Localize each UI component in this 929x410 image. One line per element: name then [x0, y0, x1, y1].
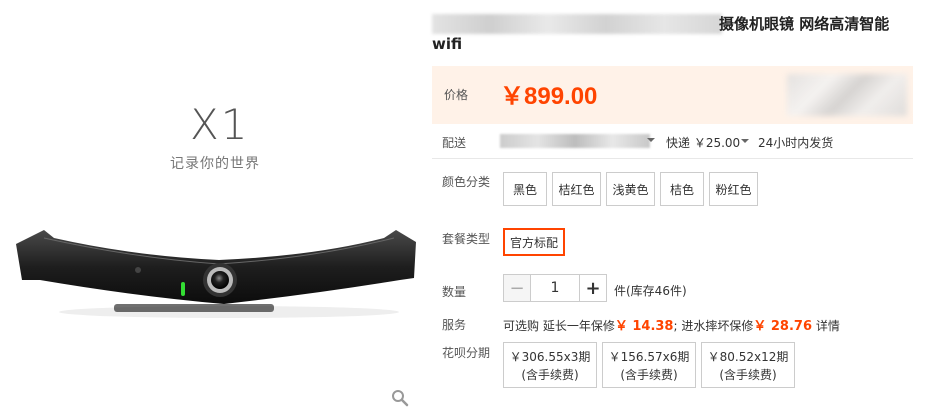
product-title-line2: wifi [432, 35, 463, 53]
package-label: 套餐类型 [442, 232, 491, 246]
divider [432, 158, 913, 159]
installment-fee: (含手续费) [521, 368, 579, 382]
shipping-origin-blurred [500, 134, 650, 148]
color-label: 颜色分类 [442, 175, 491, 189]
warranty-price[interactable]: ￥ 14.38 [615, 319, 674, 334]
stock-info: 件(库存46件) [614, 284, 687, 298]
brand-logo: X1 [190, 100, 250, 149]
installment-label: 花呗分期 [442, 346, 491, 360]
quantity-label: 数量 [442, 285, 467, 299]
color-option-orange-red[interactable]: 桔红色 [552, 172, 601, 206]
shipping-time: 24小时内发货 [758, 136, 834, 150]
shipping-fee[interactable]: 快递 ￥25.00 [666, 134, 740, 151]
shipping-label: 配送 [442, 136, 467, 150]
price-label: 价格 [444, 88, 469, 102]
color-option-orange[interactable]: 桔色 [660, 172, 704, 206]
installment-amount: ￥306.55x3期 [509, 350, 591, 364]
product-title: 摄像机眼镜 网络高清智能 [719, 15, 890, 33]
price-box: 价格 ￥899.00 [432, 66, 913, 124]
product-detail-panel: 摄像机眼镜 网络高清智能 wifi 价格 ￥899.00 配送 快递 ￥25.0… [432, 0, 929, 410]
service-mid: ; 进水摔坏保修 [673, 319, 754, 333]
quantity-increase-button[interactable]: + [579, 274, 607, 302]
product-slogan: 记录你的世界 [170, 156, 260, 172]
service-prefix: 可选购 延长一年保修 [503, 319, 615, 333]
quantity-input[interactable]: 1 [530, 274, 580, 302]
damage-warranty-price[interactable]: ￥ 28.76 [753, 319, 812, 334]
price-value: ￥899.00 [500, 83, 598, 110]
camera-glasses-image [16, 230, 416, 318]
price-blurred-area [787, 74, 907, 116]
installment-fee: (含手续费) [719, 368, 777, 382]
installment-option-12[interactable]: ￥80.52x12期 (含手续费) [701, 342, 795, 388]
quantity-decrease-button[interactable]: − [503, 274, 531, 302]
title-blurred-segment [432, 14, 722, 34]
service-options: 可选购 延长一年保修￥ 14.38; 进水摔坏保修￥ 28.76 详情 [503, 315, 840, 334]
chevron-down-icon[interactable] [741, 139, 749, 143]
installment-amount: ￥156.57x6期 [608, 350, 690, 364]
color-option-pink-red[interactable]: 粉红色 [709, 172, 758, 206]
chevron-down-icon[interactable] [647, 138, 655, 142]
package-option-official[interactable]: 官方标配 [503, 228, 565, 256]
color-option-light-yellow[interactable]: 浅黄色 [606, 172, 655, 206]
magnifier-icon[interactable] [391, 389, 409, 407]
service-detail-link[interactable]: 详情 [812, 319, 840, 333]
installment-amount: ￥80.52x12期 [707, 350, 789, 364]
installment-fee: (含手续费) [620, 368, 678, 382]
color-option-black[interactable]: 黑色 [503, 172, 547, 206]
installment-option-3[interactable]: ￥306.55x3期 (含手续费) [503, 342, 597, 388]
product-image[interactable]: X1 记录你的世界 [0, 0, 425, 410]
service-label: 服务 [442, 318, 467, 332]
installment-option-6[interactable]: ￥156.57x6期 (含手续费) [602, 342, 696, 388]
